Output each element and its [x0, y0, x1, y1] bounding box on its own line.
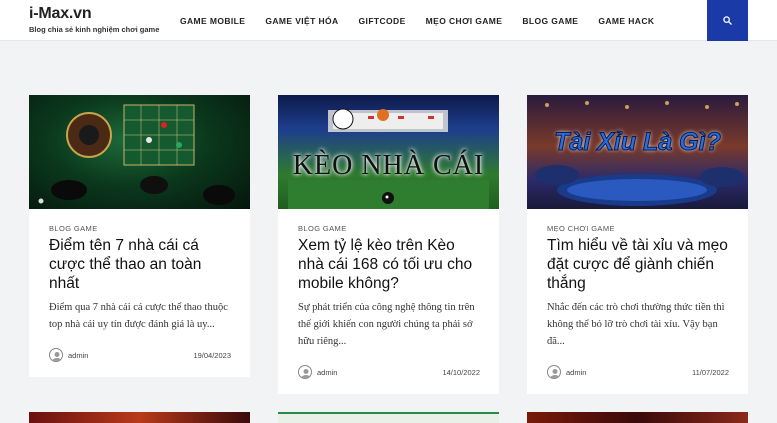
nav-item-game-hack[interactable]: GAME HACK	[598, 16, 654, 26]
post-title[interactable]: Xem tỷ lệ kèo trên Kèo nhà cái 168 có tố…	[298, 236, 480, 293]
author-avatar-icon	[298, 365, 312, 379]
post-meta: admin 14/10/2022	[278, 350, 499, 394]
post-title[interactable]: Tìm hiểu về tài xỉu và mẹo đặt cược để g…	[547, 236, 729, 293]
site-tagline: Blog chia sẻ kinh nghiệm chơi game	[29, 25, 160, 34]
post-author[interactable]: admin	[49, 348, 88, 362]
post-thumbnail-next-row[interactable]	[29, 412, 250, 423]
post-thumbnail-roulette[interactable]	[29, 95, 250, 209]
post-author[interactable]: admin	[298, 365, 337, 379]
post-date: 19/04/2023	[193, 350, 231, 360]
roulette-table-image	[38, 104, 235, 205]
author-name[interactable]: admin	[566, 368, 586, 377]
post-thumbnail-tai-xiu[interactable]: Tài Xỉu Là Gì?	[527, 95, 748, 209]
post-card: Tài Xỉu Là Gì? Mẹo chơi game Tìm hiểu về…	[527, 95, 748, 394]
post-excerpt: Nhắc đến các trò chơi thường thức tiền t…	[547, 302, 725, 347]
search-button[interactable]	[707, 0, 748, 41]
post-date: 14/10/2022	[442, 367, 480, 377]
site-header: i-Max.vn Blog chia sẻ kinh nghiệm chơi g…	[0, 0, 777, 41]
post-category[interactable]: BLOG GAME	[49, 224, 231, 233]
nav-item-game-viet-hoa[interactable]: GAME VIỆT HÓA	[265, 16, 338, 26]
post-title[interactable]: Điểm tên 7 nhà cái cá cược thể thao an t…	[49, 236, 231, 293]
site-logo[interactable]: i-Max.vn Blog chia sẻ kinh nghiệm chơi g…	[29, 5, 159, 34]
post-card: KÈO NHÀ CÁI BLOG GAME Xem tỷ lệ kèo trên…	[278, 95, 499, 394]
post-thumbnail-keo-nha-cai[interactable]: KÈO NHÀ CÁI	[278, 95, 499, 209]
nav-item-game-mobile[interactable]: GAME MOBILE	[180, 16, 245, 26]
site-title[interactable]: i-Max.vn	[29, 5, 159, 23]
post-thumbnail-next-row[interactable]	[278, 412, 499, 423]
post-meta: admin 11/07/2022	[527, 350, 748, 394]
main-nav: GAME MOBILE GAME VIỆT HÓA GIFTCODE MẸO C…	[180, 0, 674, 41]
nav-item-blog-game[interactable]: BLOG GAME	[522, 16, 578, 26]
author-name[interactable]: admin	[317, 368, 337, 377]
thumbnail-caption: KÈO NHÀ CÁI	[292, 150, 485, 181]
nav-item-meo-choi-game[interactable]: MẸO CHƠI GAME	[426, 16, 503, 26]
post-excerpt: Sự phát triển của công nghệ thông tin tr…	[298, 302, 475, 347]
author-name[interactable]: admin	[68, 351, 88, 360]
post-thumbnail-next-row[interactable]	[527, 412, 748, 423]
post-card: BLOG GAME Điểm tên 7 nhà cái cá cược thể…	[29, 95, 250, 377]
post-category[interactable]: Mẹo chơi game	[547, 224, 729, 233]
search-icon	[723, 16, 732, 25]
post-category[interactable]: BLOG GAME	[298, 224, 480, 233]
post-excerpt: Điểm qua 7 nhà cái cá cược thể thao thuộ…	[49, 302, 228, 330]
nav-item-giftcode[interactable]: GIFTCODE	[359, 16, 406, 26]
thumbnail-caption: Tài Xỉu Là Gì?	[554, 128, 722, 157]
post-date: 11/07/2022	[692, 367, 729, 377]
author-avatar-icon	[547, 365, 561, 379]
author-avatar-icon	[49, 348, 63, 362]
post-author[interactable]: admin	[547, 365, 586, 379]
post-meta: admin 19/04/2023	[29, 333, 250, 377]
